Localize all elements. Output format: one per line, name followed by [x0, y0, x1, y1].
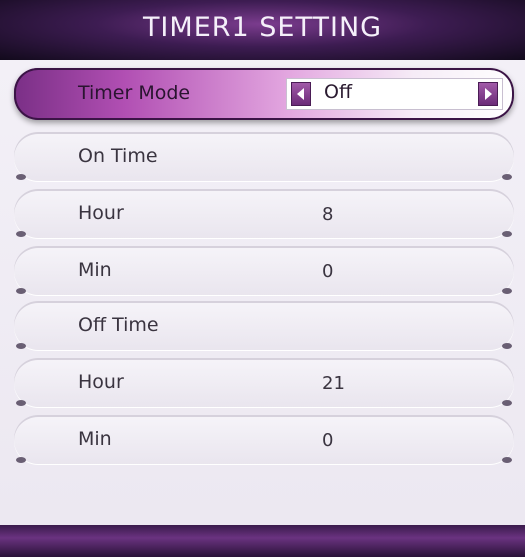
- left-arrow-icon[interactable]: [291, 82, 311, 106]
- off-time-label: Off Time: [78, 314, 159, 336]
- on-hour-value: 8: [322, 204, 334, 225]
- row-corner: [502, 343, 512, 349]
- off-min-label: Min: [78, 428, 112, 450]
- row-corner: [16, 174, 26, 180]
- row-corner: [502, 457, 512, 463]
- row-corner: [502, 231, 512, 237]
- off-time-row[interactable]: Off Time: [14, 301, 514, 351]
- off-min-row[interactable]: Min 0: [14, 415, 514, 465]
- row-corner: [16, 457, 26, 463]
- on-hour-label: Hour: [78, 202, 124, 224]
- row-corner: [502, 174, 512, 180]
- timer-setting-menu: TIMER1 SETTING Timer Mode Off On Time Ho…: [0, 0, 525, 557]
- timer-mode-label: Timer Mode: [78, 82, 191, 104]
- timer-mode-value: Off: [324, 81, 353, 103]
- on-min-label: Min: [78, 259, 112, 281]
- on-time-label: On Time: [78, 145, 158, 167]
- menu-title: TIMER1 SETTING: [142, 12, 383, 43]
- on-min-value: 0: [322, 261, 334, 282]
- on-min-row[interactable]: Min 0: [14, 246, 514, 296]
- row-corner: [16, 343, 26, 349]
- on-time-row[interactable]: On Time: [14, 132, 514, 182]
- timer-mode-row[interactable]: Timer Mode Off: [14, 68, 514, 120]
- row-corner: [502, 400, 512, 406]
- row-corner: [502, 288, 512, 294]
- right-arrow-icon[interactable]: [478, 82, 498, 106]
- timer-mode-selector[interactable]: Off: [286, 78, 503, 110]
- off-hour-label: Hour: [78, 371, 124, 393]
- off-hour-value: 21: [322, 373, 345, 394]
- menu-footer: [0, 525, 525, 557]
- off-hour-row[interactable]: Hour 21: [14, 358, 514, 408]
- off-min-value: 0: [322, 430, 334, 451]
- menu-header: TIMER1 SETTING: [0, 0, 525, 62]
- row-corner: [16, 288, 26, 294]
- row-corner: [16, 231, 26, 237]
- on-hour-row[interactable]: Hour 8: [14, 189, 514, 239]
- row-corner: [16, 400, 26, 406]
